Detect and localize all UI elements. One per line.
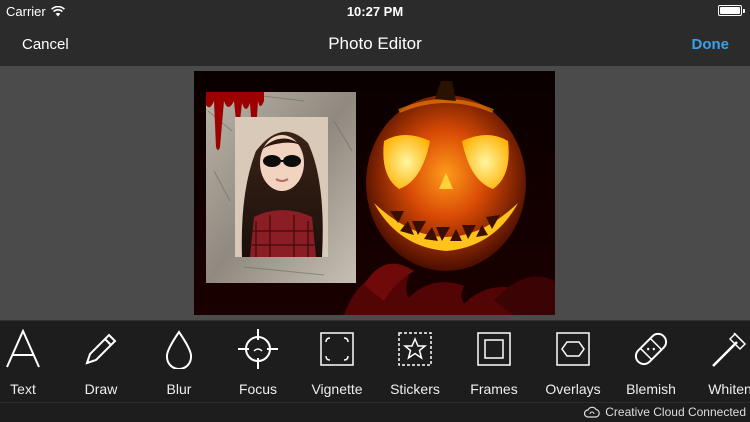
battery-tip [743,9,745,13]
tool-label: Focus [238,381,278,397]
droplet-icon [165,330,193,369]
star-sticker-icon [398,332,432,366]
nav-bar: Cancel Photo Editor Done [0,22,750,66]
tool-label: Stickers [390,381,440,397]
tool-bar: Text Draw Blur Focus Vignette Stickers F… [0,320,750,402]
page-title: Photo Editor [328,34,422,53]
brush-icon [712,332,747,367]
tool-label: Draw [84,381,118,397]
battery-icon [718,5,745,16]
frame-icon [477,332,511,366]
creative-cloud-status: Creative Cloud Connected [584,405,746,419]
canvas-area [0,66,750,320]
tool-blur[interactable]: Blur [139,327,219,397]
hexagon-icon [556,332,590,366]
tool-focus[interactable]: Focus [218,327,298,397]
pencil-icon [85,333,117,365]
tool-label: Overlays [545,381,601,397]
crosshair-icon [238,329,278,369]
tool-text[interactable]: Text [0,327,63,397]
tool-blemish[interactable]: Blemish [611,327,691,397]
bandage-icon [634,332,668,366]
tool-label: Frames [470,381,518,397]
done-button[interactable]: Done [692,36,730,53]
tool-frames[interactable]: Frames [454,327,534,397]
status-bar: Carrier 10:27 PM [0,0,750,22]
tool-vignette[interactable]: Vignette [297,327,377,397]
tool-label: Vignette [311,381,363,397]
tool-label: Blemish [626,381,676,397]
tool-whiten[interactable]: Whiten [690,327,750,397]
creative-cloud-label: Creative Cloud Connected [605,405,746,419]
tool-label: Text [10,381,36,397]
portrait-photo [235,117,328,257]
tool-draw[interactable]: Draw [61,327,141,397]
text-icon [6,329,40,368]
tool-label: Blur [166,381,192,397]
photo-canvas[interactable] [194,71,555,315]
tool-overlays[interactable]: Overlays [533,327,613,397]
clock: 10:27 PM [346,4,404,19]
footer-bar: Creative Cloud Connected [0,402,750,422]
tool-label: Whiten [708,381,750,397]
photo-image [194,71,555,315]
creative-cloud-icon [584,406,600,418]
vignette-icon [320,332,354,366]
tool-stickers[interactable]: Stickers [375,327,455,397]
battery-fill [720,7,740,14]
